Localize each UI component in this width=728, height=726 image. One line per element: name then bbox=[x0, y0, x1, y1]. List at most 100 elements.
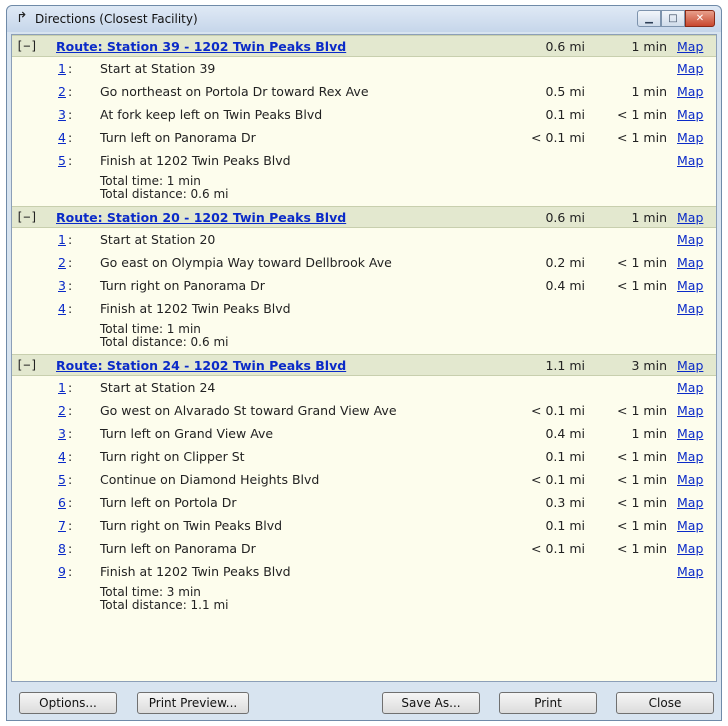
step-text: Go east on Olympia Way toward Dellbrook … bbox=[100, 255, 392, 270]
direction-step: 2: Go east on Olympia Way toward Dellbro… bbox=[12, 251, 716, 274]
map-link[interactable]: Map bbox=[677, 153, 703, 168]
route-time: 1 min bbox=[631, 210, 668, 225]
step-number-link[interactable]: 3 bbox=[58, 107, 66, 122]
step-number-link[interactable]: 6 bbox=[58, 495, 66, 510]
total-distance: Total distance: 1.1 mi bbox=[100, 598, 229, 612]
map-link[interactable]: Map bbox=[677, 403, 703, 418]
step-number-link[interactable]: 9 bbox=[58, 564, 66, 579]
minimize-button[interactable]: ▁ bbox=[637, 10, 661, 27]
map-link[interactable]: Map bbox=[677, 210, 703, 225]
step-text: Turn left on Panorama Dr bbox=[100, 130, 256, 145]
step-number-link[interactable]: 1 bbox=[58, 61, 66, 76]
map-link[interactable]: Map bbox=[677, 61, 703, 76]
route-title-link[interactable]: Route: Station 24 - 1202 Twin Peaks Blvd bbox=[56, 358, 346, 373]
map-link[interactable]: Map bbox=[677, 426, 703, 441]
total-distance: Total distance: 0.6 mi bbox=[100, 335, 229, 349]
collapse-toggle[interactable]: [−] bbox=[16, 358, 38, 372]
map-link[interactable]: Map bbox=[677, 449, 703, 464]
route-title-link[interactable]: Route: Station 20 - 1202 Twin Peaks Blvd bbox=[56, 210, 346, 225]
direction-step: 1: Start at Station 24 Map bbox=[12, 376, 716, 399]
directions-window: ↱ Directions (Closest Facility) ▁ □ ✕ [−… bbox=[6, 5, 722, 721]
save-as-button[interactable]: Save As... bbox=[382, 692, 480, 714]
route-distance: 1.1 mi bbox=[545, 358, 585, 373]
map-link[interactable]: Map bbox=[677, 472, 703, 487]
maximize-icon: □ bbox=[668, 13, 678, 24]
step-number-link[interactable]: 3 bbox=[58, 278, 66, 293]
map-link[interactable]: Map bbox=[677, 130, 703, 145]
close-icon: ✕ bbox=[695, 13, 705, 24]
map-link[interactable]: Map bbox=[677, 232, 703, 247]
map-link[interactable]: Map bbox=[677, 495, 703, 510]
step-time: < 1 min bbox=[617, 518, 667, 533]
step-number-link[interactable]: 7 bbox=[58, 518, 66, 533]
collapse-toggle[interactable]: [−] bbox=[16, 210, 38, 224]
maximize-button[interactable]: □ bbox=[661, 10, 685, 27]
step-distance: 0.5 mi bbox=[545, 84, 585, 99]
window-title: Directions (Closest Facility) bbox=[35, 12, 198, 26]
step-text: Turn left on Portola Dr bbox=[100, 495, 237, 510]
step-colon: : bbox=[68, 61, 73, 76]
map-link[interactable]: Map bbox=[677, 358, 703, 373]
step-number-link[interactable]: 8 bbox=[58, 541, 66, 556]
close-button[interactable]: Close bbox=[616, 692, 714, 714]
step-time: < 1 min bbox=[617, 278, 667, 293]
step-number-link[interactable]: 4 bbox=[58, 301, 66, 316]
map-link[interactable]: Map bbox=[677, 518, 703, 533]
total-time: Total time: 1 min bbox=[100, 174, 201, 188]
step-colon: : bbox=[68, 84, 73, 99]
minimize-icon: ▁ bbox=[645, 13, 653, 24]
route-header: [−] Route: Station 24 - 1202 Twin Peaks … bbox=[12, 354, 716, 376]
map-link[interactable]: Map bbox=[677, 107, 703, 122]
step-distance: < 0.1 mi bbox=[531, 130, 585, 145]
route-time: 3 min bbox=[631, 358, 668, 373]
route-totals: Total time: 1 min Total distance: 0.6 mi bbox=[12, 320, 716, 354]
step-number-link[interactable]: 5 bbox=[58, 472, 66, 487]
print-preview-button[interactable]: Print Preview... bbox=[137, 692, 249, 714]
directions-list[interactable]: [−] Route: Station 39 - 1202 Twin Peaks … bbox=[11, 34, 717, 682]
total-time: Total time: 3 min bbox=[100, 585, 201, 599]
route-time: 1 min bbox=[631, 39, 668, 54]
close-window-button[interactable]: ✕ bbox=[685, 10, 715, 27]
direction-step: 3: Turn right on Panorama Dr 0.4 mi < 1 … bbox=[12, 274, 716, 297]
direction-step: 2: Go northeast on Portola Dr toward Rex… bbox=[12, 80, 716, 103]
step-number-link[interactable]: 2 bbox=[58, 84, 66, 99]
direction-step: 4: Turn right on Clipper St 0.1 mi < 1 m… bbox=[12, 445, 716, 468]
direction-step: 6: Turn left on Portola Dr 0.3 mi < 1 mi… bbox=[12, 491, 716, 514]
step-distance: < 0.1 mi bbox=[531, 403, 585, 418]
route-distance: 0.6 mi bbox=[545, 210, 585, 225]
map-link[interactable]: Map bbox=[677, 564, 703, 579]
step-distance: 0.3 mi bbox=[545, 495, 585, 510]
step-time: 1 min bbox=[631, 84, 668, 99]
step-number-link[interactable]: 1 bbox=[58, 380, 66, 395]
title-bar[interactable]: ↱ Directions (Closest Facility) ▁ □ ✕ bbox=[7, 6, 721, 32]
step-text: Turn right on Twin Peaks Blvd bbox=[100, 518, 283, 533]
step-number-link[interactable]: 4 bbox=[58, 449, 66, 464]
step-number-link[interactable]: 4 bbox=[58, 130, 66, 145]
map-link[interactable]: Map bbox=[677, 380, 703, 395]
step-number-link[interactable]: 3 bbox=[58, 426, 66, 441]
step-time: < 1 min bbox=[617, 541, 667, 556]
step-colon: : bbox=[68, 541, 73, 556]
map-link[interactable]: Map bbox=[677, 84, 703, 99]
direction-step: 9: Finish at 1202 Twin Peaks Blvd Map bbox=[12, 560, 716, 583]
route-title-link[interactable]: Route: Station 39 - 1202 Twin Peaks Blvd bbox=[56, 39, 346, 54]
collapse-toggle[interactable]: [−] bbox=[16, 39, 38, 53]
map-link[interactable]: Map bbox=[677, 39, 703, 54]
total-distance: Total distance: 0.6 mi bbox=[100, 187, 229, 201]
step-number-link[interactable]: 1 bbox=[58, 232, 66, 247]
step-colon: : bbox=[68, 153, 73, 168]
step-text: Start at Station 20 bbox=[100, 232, 216, 247]
print-button[interactable]: Print bbox=[499, 692, 597, 714]
step-number-link[interactable]: 2 bbox=[58, 255, 66, 270]
map-link[interactable]: Map bbox=[677, 541, 703, 556]
map-link[interactable]: Map bbox=[677, 255, 703, 270]
step-text: Turn right on Clipper St bbox=[100, 449, 245, 464]
step-number-link[interactable]: 5 bbox=[58, 153, 66, 168]
options-button[interactable]: Options... bbox=[19, 692, 117, 714]
step-time: < 1 min bbox=[617, 449, 667, 464]
turn-arrow-icon: ↱ bbox=[16, 10, 28, 26]
direction-step: 7: Turn right on Twin Peaks Blvd 0.1 mi … bbox=[12, 514, 716, 537]
map-link[interactable]: Map bbox=[677, 301, 703, 316]
step-number-link[interactable]: 2 bbox=[58, 403, 66, 418]
map-link[interactable]: Map bbox=[677, 278, 703, 293]
